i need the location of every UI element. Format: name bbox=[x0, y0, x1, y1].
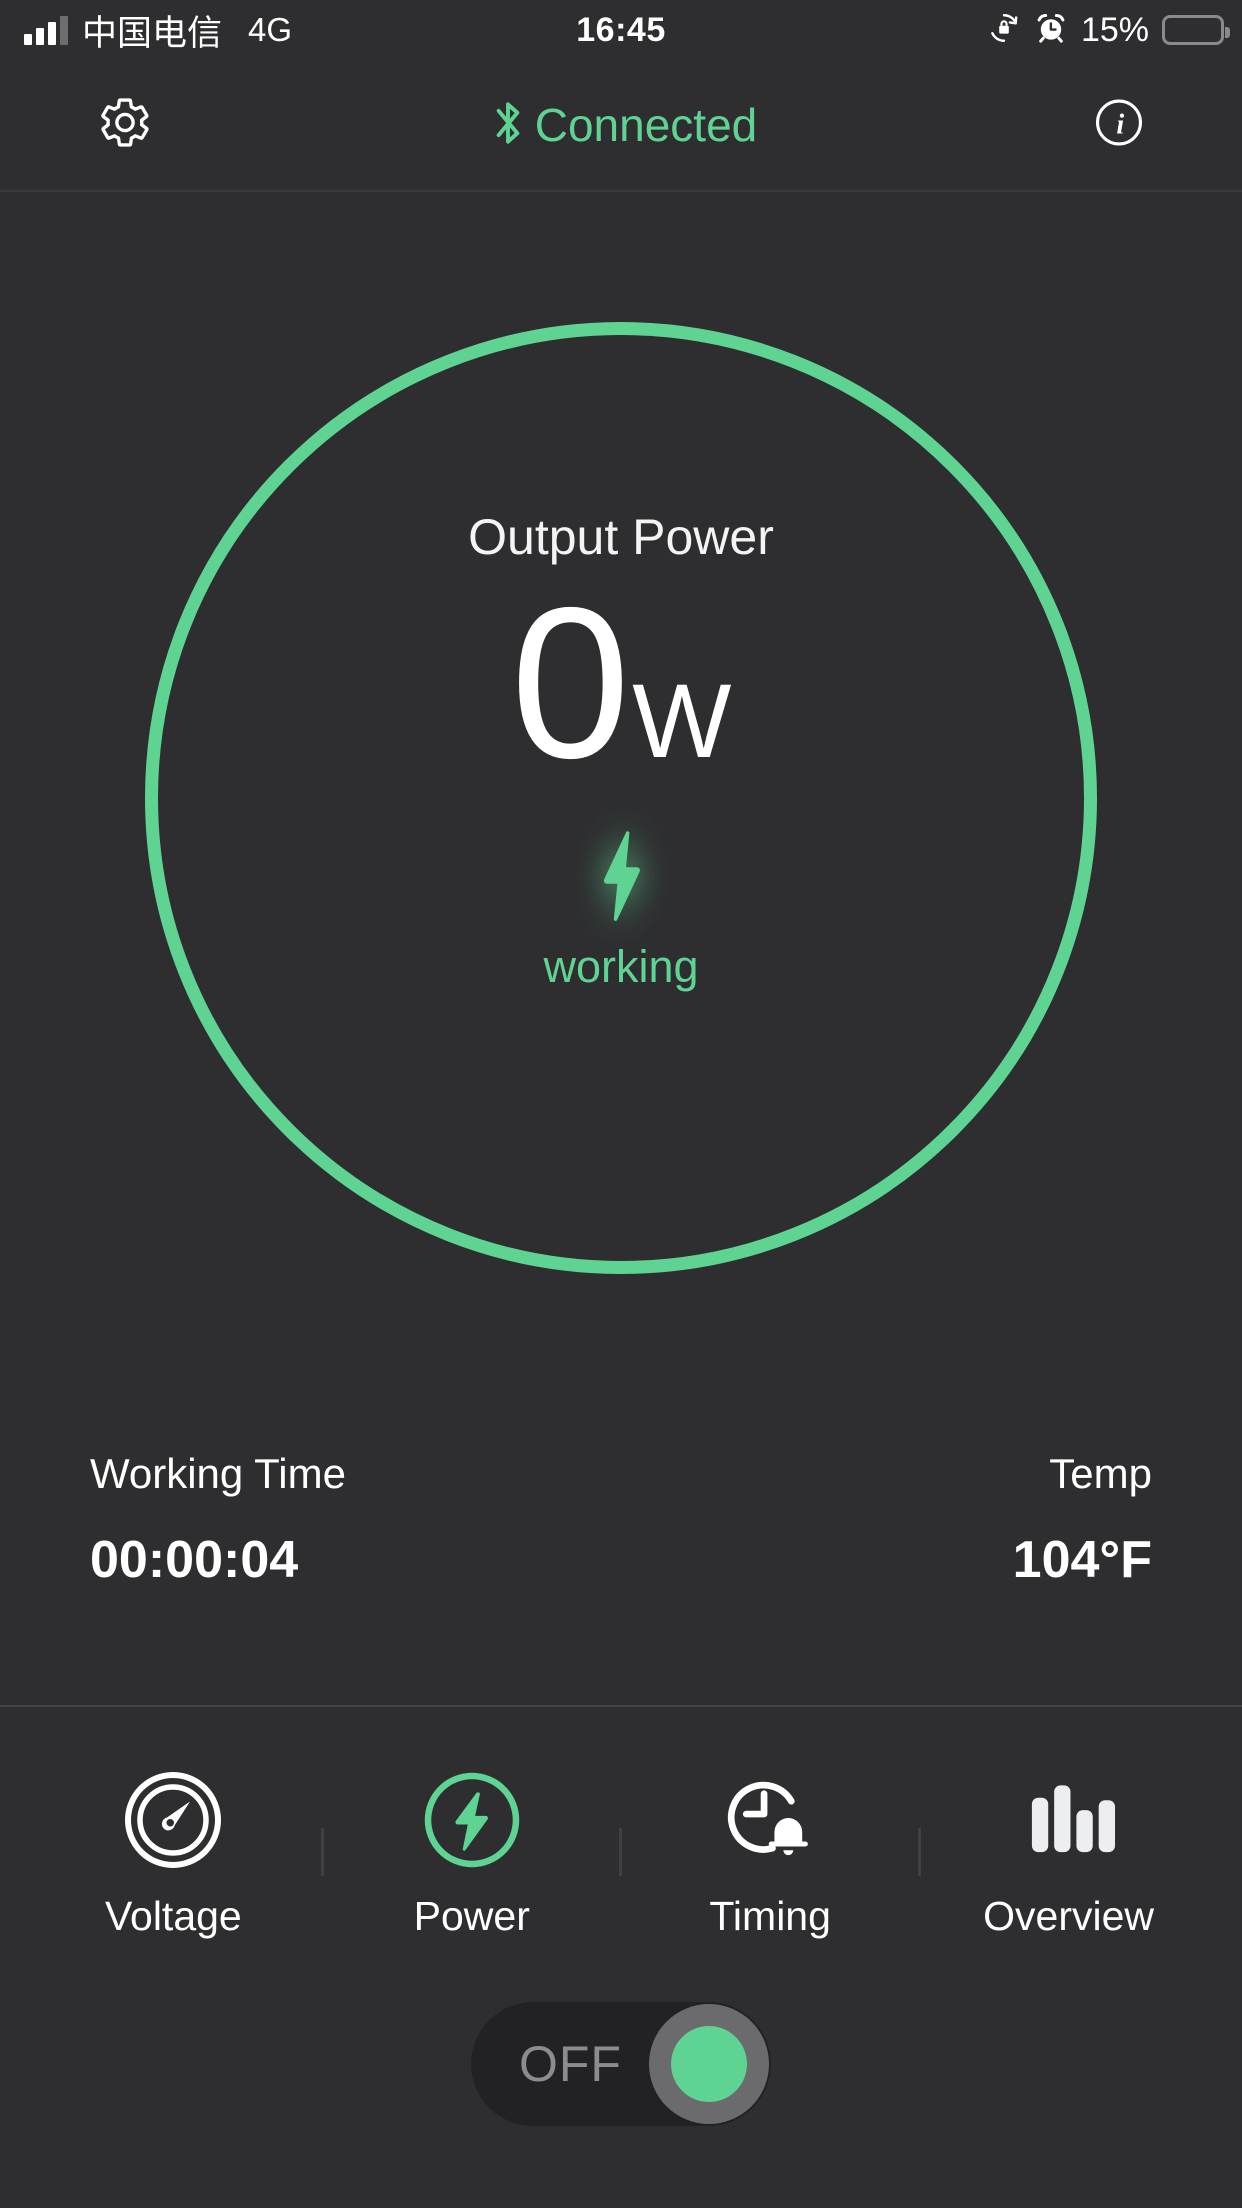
output-power-value: 0 bbox=[510, 561, 631, 803]
gear-icon bbox=[98, 98, 152, 154]
bar-chart-icon bbox=[1022, 1765, 1116, 1875]
dial-value-group: 0 W bbox=[510, 561, 732, 803]
tab-separator bbox=[917, 1828, 921, 1876]
tab-power[interactable]: Power bbox=[377, 1765, 567, 1940]
bottom-tab-bar: Voltage Power Timing Overview bbox=[0, 1707, 1242, 1997]
power-toggle[interactable]: OFF bbox=[471, 2002, 771, 2126]
tab-timing[interactable]: Timing bbox=[675, 1765, 865, 1940]
tab-overview[interactable]: Overview bbox=[974, 1765, 1164, 1940]
clock-alarm-icon bbox=[718, 1765, 822, 1875]
alarm-clock-icon bbox=[1034, 11, 1068, 50]
stats-row: Working Time 00:00:04 Temp 104°F bbox=[0, 1450, 1242, 1700]
working-time-stat: Working Time 00:00:04 bbox=[90, 1450, 346, 1590]
working-time-label: Working Time bbox=[90, 1450, 346, 1497]
svg-text:i: i bbox=[1116, 110, 1124, 141]
gauge-icon bbox=[123, 1765, 223, 1875]
dial-title: Output Power bbox=[468, 508, 774, 565]
settings-button[interactable] bbox=[98, 96, 152, 155]
tab-label-power: Power bbox=[413, 1892, 530, 1939]
info-button[interactable]: i bbox=[1094, 98, 1144, 153]
rotation-lock-icon bbox=[987, 11, 1021, 50]
power-dial: Output Power 0 W working bbox=[145, 322, 1097, 1274]
temperature-value: 104°F bbox=[1012, 1531, 1152, 1589]
power-toggle-knob-inner bbox=[671, 2026, 747, 2102]
tab-label-timing: Timing bbox=[709, 1892, 831, 1939]
power-toggle-section: OFF bbox=[0, 2002, 1242, 2126]
battery-percent: 15% bbox=[1080, 10, 1149, 49]
bluetooth-icon bbox=[485, 95, 531, 156]
output-power-unit: W bbox=[632, 662, 732, 780]
bolt-circle-icon bbox=[422, 1765, 522, 1875]
app-screen: 中国电信 4G 16:45 15% Connected i Output Pow… bbox=[0, 0, 1242, 2208]
tab-voltage[interactable]: Voltage bbox=[78, 1765, 268, 1940]
bluetooth-status-label: Connected bbox=[534, 99, 758, 151]
app-header: Connected i bbox=[0, 60, 1242, 192]
tab-label-overview: Overview bbox=[983, 1892, 1154, 1939]
bluetooth-status[interactable]: Connected bbox=[485, 95, 758, 156]
status-bar: 中国电信 4G 16:45 15% bbox=[0, 0, 1242, 60]
tab-separator bbox=[321, 1828, 325, 1876]
tab-separator bbox=[619, 1828, 623, 1876]
working-time-value: 00:00:04 bbox=[90, 1531, 299, 1589]
power-dial-section: Output Power 0 W working bbox=[0, 322, 1242, 1274]
power-toggle-knob[interactable] bbox=[649, 2004, 769, 2124]
battery-icon bbox=[1162, 15, 1230, 45]
power-toggle-label: OFF bbox=[519, 2036, 622, 2092]
temperature-stat: Temp 104°F bbox=[1013, 1450, 1152, 1590]
dial-state-label: working bbox=[543, 940, 699, 992]
status-bar-right: 15% bbox=[987, 10, 1230, 50]
temperature-label: Temp bbox=[1049, 1450, 1152, 1497]
info-icon: i bbox=[1094, 99, 1144, 152]
tab-label-voltage: Voltage bbox=[104, 1892, 242, 1939]
lightning-bolt-icon bbox=[591, 828, 651, 929]
